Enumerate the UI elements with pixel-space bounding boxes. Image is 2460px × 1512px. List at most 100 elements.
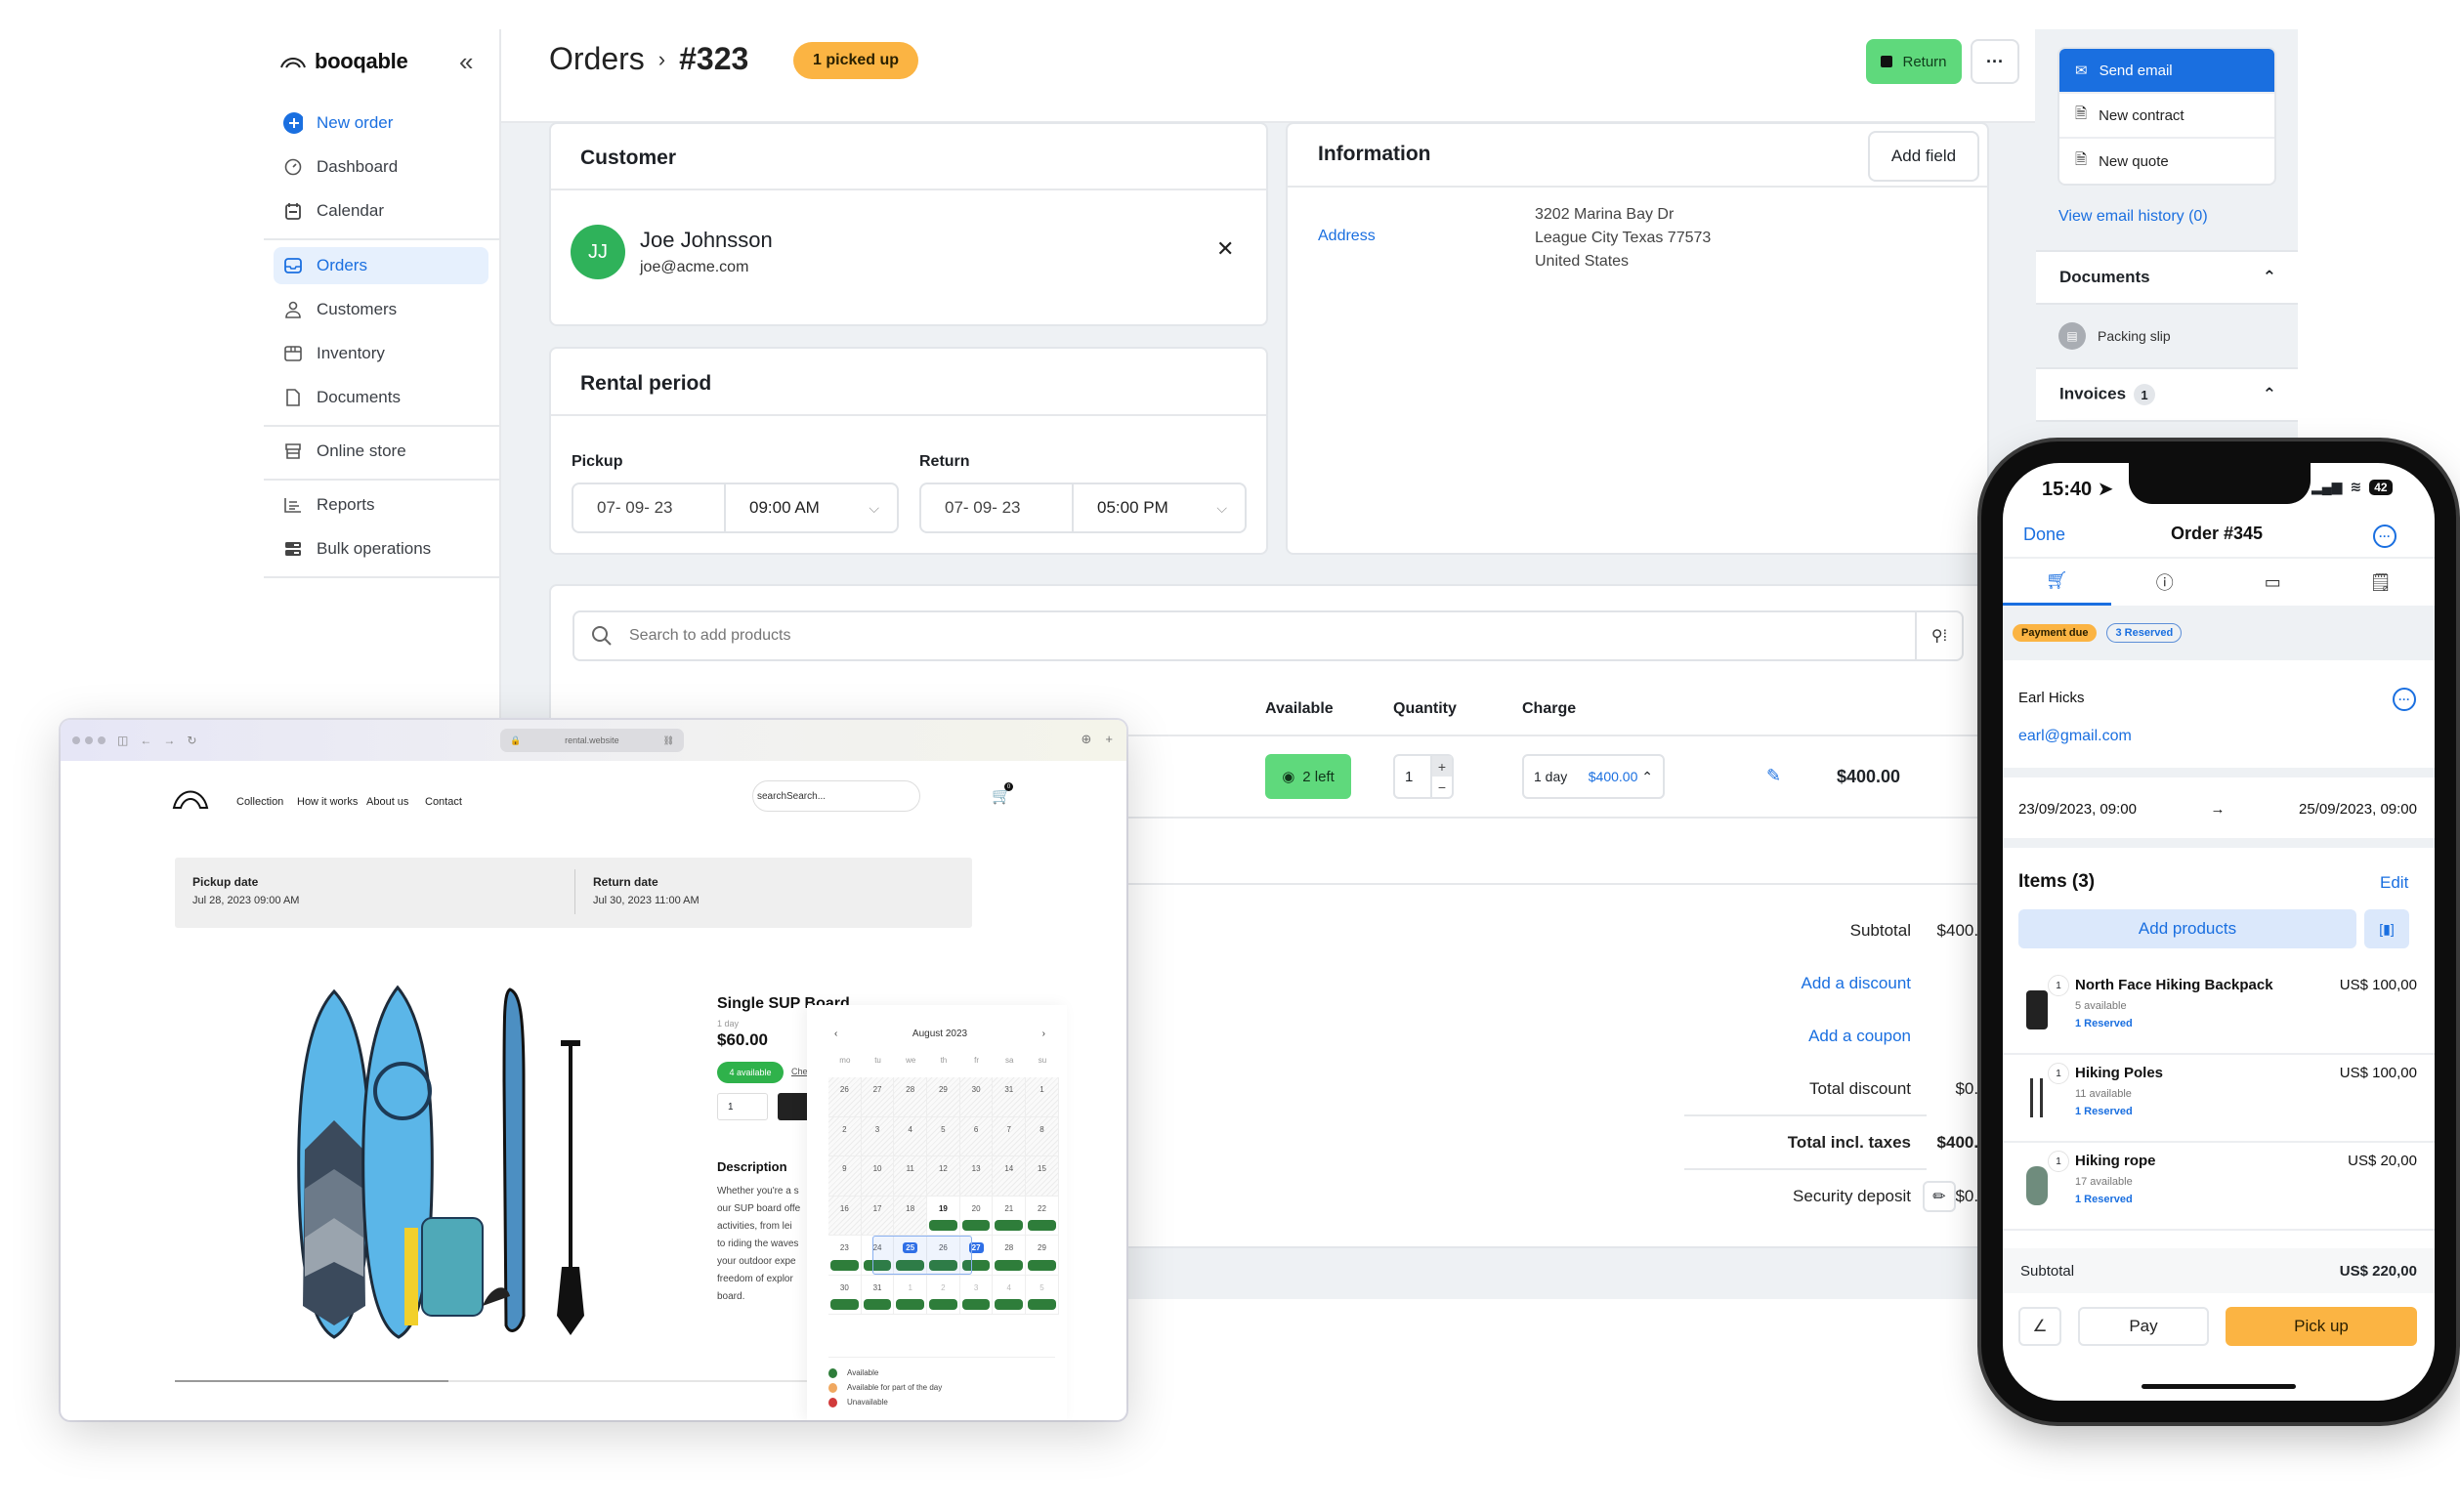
remove-customer-icon[interactable]: ✕ <box>1216 236 1234 262</box>
calendar-day[interactable]: 20 <box>959 1196 994 1236</box>
calendar-day[interactable]: 29 <box>1026 1236 1059 1276</box>
rental-dates-bar[interactable]: Pickup date Jul 28, 2023 09:00 AM Return… <box>175 858 972 928</box>
return-time-select[interactable]: 05:00 PM ⌵ <box>1074 484 1245 531</box>
calendar-day[interactable]: 1 <box>894 1275 928 1315</box>
calendar-day[interactable]: 3 <box>959 1275 994 1315</box>
calendar-day[interactable]: 25 <box>894 1236 928 1276</box>
add-products-button[interactable]: Add products <box>2018 909 2356 948</box>
calendar-day[interactable]: 27 <box>959 1236 994 1276</box>
calendar-day[interactable]: 28 <box>993 1236 1027 1276</box>
collapse-sidebar-icon[interactable]: « <box>459 47 473 77</box>
calendar-day[interactable]: 8 <box>1026 1116 1059 1156</box>
charge-select[interactable]: 1 day $400.00 ⌃ <box>1522 754 1665 799</box>
calendar-day[interactable]: 12 <box>927 1156 960 1197</box>
calendar-day[interactable]: 11 <box>894 1156 928 1197</box>
calendar-day[interactable]: 21 <box>993 1196 1027 1236</box>
search-input[interactable] <box>629 627 1915 645</box>
calendar-day[interactable]: 31 <box>993 1077 1027 1117</box>
calendar-day[interactable]: 19 <box>927 1196 960 1236</box>
new-quote-button[interactable]: 🗎 New quote <box>2059 139 2274 184</box>
calendar-day[interactable]: 2 <box>828 1116 862 1156</box>
calendar-day[interactable]: 31 <box>861 1275 895 1315</box>
email-history-link[interactable]: View email history (0) <box>2058 208 2208 226</box>
nav-link-contact[interactable]: Contact <box>425 796 462 808</box>
quantity-stepper[interactable]: 1 + − <box>1393 754 1454 799</box>
nav-link-about-us[interactable]: About us <box>366 796 408 808</box>
more-actions-button[interactable]: ··· <box>1971 39 2019 84</box>
sidebar-item-inventory[interactable]: Inventory <box>274 335 488 372</box>
sidebar-item-calendar[interactable]: Calendar <box>274 192 488 230</box>
calendar-day[interactable]: 18 <box>894 1196 928 1236</box>
calendar-day[interactable]: 24 <box>861 1236 895 1276</box>
calendar-day[interactable]: 10 <box>861 1156 895 1197</box>
customer-name[interactable]: Joe Johnsson <box>640 228 773 253</box>
home-indicator[interactable] <box>2142 1384 2296 1389</box>
calendar-day[interactable]: 30 <box>959 1077 994 1117</box>
done-button[interactable]: Done <box>2023 525 2065 545</box>
documents-section-header[interactable]: Documents ⌃ <box>2036 250 2298 305</box>
calendar-day[interactable]: 15 <box>1026 1156 1059 1197</box>
pay-button[interactable]: Pay <box>2078 1307 2209 1346</box>
image-carousel-progress[interactable] <box>175 1380 859 1382</box>
list-item[interactable]: 1 Hiking rope 17 available 1 Reserved US… <box>2003 1143 2435 1231</box>
nav-link-how-it-works[interactable]: How it works <box>297 796 358 808</box>
calendar-day[interactable]: 5 <box>1026 1275 1059 1315</box>
address-label[interactable]: Address <box>1318 228 1376 245</box>
sidebar-item-bulk-operations[interactable]: Bulk operations <box>274 530 488 567</box>
calendar-day[interactable]: 2 <box>927 1275 960 1315</box>
mobile-customer-email[interactable]: earl@gmail.com <box>2018 728 2132 745</box>
calendar-day[interactable]: 14 <box>993 1156 1027 1197</box>
sidebar-item-reports[interactable]: Reports <box>274 486 488 524</box>
download-icon[interactable]: ⊕ <box>1082 732 1092 747</box>
calendar-day[interactable]: 29 <box>927 1077 960 1117</box>
customer-options-icon[interactable]: ··· <box>2393 688 2416 711</box>
list-item[interactable]: 1 Hiking Poles 11 available 1 Reserved U… <box>2003 1055 2435 1143</box>
sidebar-item-online-store[interactable]: Online store <box>274 433 488 470</box>
mobile-rental-dates[interactable]: 23/09/2023, 09:00 → 25/09/2023, 09:00 <box>2018 801 2417 818</box>
reload-icon[interactable]: ↻ <box>187 734 196 747</box>
edit-items-button[interactable]: Edit <box>2380 873 2408 893</box>
add-coupon-link[interactable]: Add a coupon <box>1808 1027 1911 1046</box>
calendar-prev-button[interactable]: ‹ <box>834 1029 837 1039</box>
calendar-day[interactable]: 13 <box>959 1156 994 1197</box>
add-discount-link[interactable]: Add a discount <box>1802 974 1911 993</box>
calendar-day[interactable]: 4 <box>894 1116 928 1156</box>
quantity-value[interactable]: 1 <box>1395 756 1430 797</box>
storefront-logo-icon[interactable] <box>171 782 210 812</box>
storefront-search-input[interactable]: searchSearch... <box>752 780 920 812</box>
new-contract-button[interactable]: 🗎 New contract <box>2059 94 2274 139</box>
address-bar[interactable]: 🔒 rental.website ⛓ <box>500 729 684 752</box>
calendar-day[interactable]: 26 <box>828 1077 862 1117</box>
list-item[interactable]: 1 North Face Hiking Backpack 5 available… <box>2003 967 2435 1055</box>
calendar-next-button[interactable]: › <box>1042 1029 1045 1039</box>
quantity-decrement-button[interactable]: − <box>1432 777 1452 797</box>
calendar-day[interactable]: 6 <box>959 1116 994 1156</box>
forward-icon[interactable]: → <box>163 734 175 747</box>
calendar-day[interactable]: 16 <box>828 1196 862 1236</box>
barcode-scan-icon[interactable]: ⚲⁞ <box>1915 612 1962 659</box>
signature-button[interactable]: ∠ <box>2018 1307 2061 1346</box>
check-availability-link[interactable]: Che <box>791 1067 808 1076</box>
calendar-day[interactable]: 27 <box>861 1077 895 1117</box>
window-controls[interactable] <box>72 736 106 744</box>
tab-cart[interactable]: 🛒︎ <box>2003 559 2111 606</box>
calendar-day[interactable]: 17 <box>861 1196 895 1236</box>
calendar-day[interactable]: 23 <box>828 1236 862 1276</box>
calendar-day[interactable]: 30 <box>828 1275 862 1315</box>
barcode-scan-button[interactable]: [▮] <box>2364 909 2409 948</box>
tab-documents[interactable]: 🗒︎ <box>2327 559 2436 606</box>
nav-link-collection[interactable]: Collection <box>236 796 283 808</box>
sidebar-item-orders[interactable]: Orders <box>274 247 488 284</box>
tab-payment[interactable]: ▭ <box>2219 559 2327 606</box>
sidebar-item-new-order[interactable]: New order <box>274 105 488 142</box>
edit-deposit-button[interactable]: ✏ <box>1923 1181 1956 1212</box>
calendar-day[interactable]: 9 <box>828 1156 862 1197</box>
return-button[interactable]: Return <box>1866 39 1962 84</box>
pickup-time-select[interactable]: 09:00 AM ⌵ <box>726 484 897 531</box>
sidebar-item-dashboard[interactable]: Dashboard <box>274 148 488 186</box>
calendar-day[interactable]: 3 <box>861 1116 895 1156</box>
calendar-day[interactable]: 5 <box>927 1116 960 1156</box>
new-tab-icon[interactable]: + <box>1105 732 1113 747</box>
sidebar-toggle-icon[interactable]: ◫ <box>117 734 128 747</box>
pickup-date-input[interactable]: 07- 09- 23 <box>573 484 726 531</box>
